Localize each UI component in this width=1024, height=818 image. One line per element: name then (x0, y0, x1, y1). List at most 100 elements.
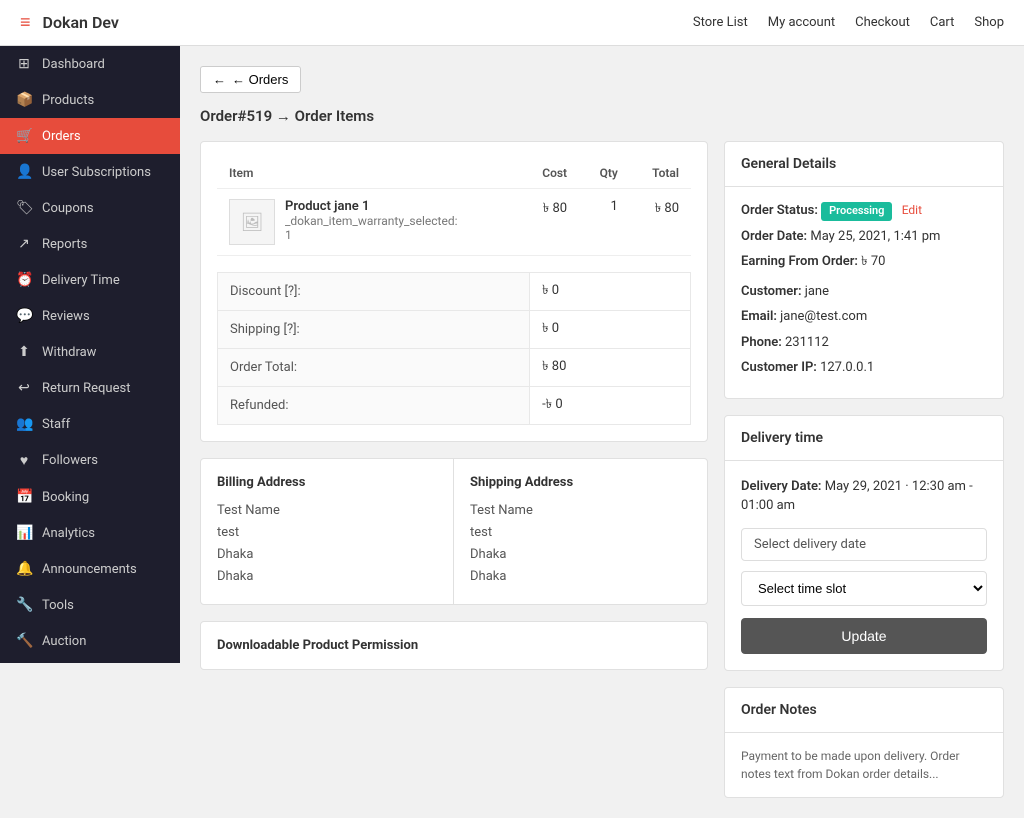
order-items-card: Item Cost Qty Total (200, 141, 708, 442)
sidebar-item-label: Announcements (42, 562, 137, 577)
nav-my-account[interactable]: My account (768, 15, 835, 30)
nav-store-list[interactable]: Store List (693, 15, 748, 30)
sidebar-item-auction[interactable]: 🔨 Auction (0, 623, 180, 659)
nav-cart[interactable]: Cart (930, 15, 955, 30)
delivery-date-input-wrapper: Select delivery date Select time slot Up… (741, 528, 987, 654)
order-date-row: Order Date: May 25, 2021, 1:41 pm (741, 227, 987, 247)
sidebar-item-staff[interactable]: 👥 Staff (0, 406, 180, 442)
order-note-text: Payment to be made upon delivery. Order … (741, 747, 987, 783)
earning-row: Earning From Order: ৳ 70 (741, 252, 987, 272)
sidebar-item-label: Dashboard (42, 57, 105, 72)
right-panel: General Details Order Status: Processing… (724, 141, 1004, 798)
sidebar-item-booking[interactable]: 📅 Booking (0, 479, 180, 515)
delivery-time-body: Delivery Date: May 29, 2021 · 12:30 am -… (725, 461, 1003, 670)
delivery-time-icon: ⏰ (16, 272, 32, 288)
menu-icon[interactable]: ≡ (20, 12, 31, 33)
shipping-label: Shipping [?]: (218, 311, 530, 349)
col-qty: Qty (579, 158, 630, 189)
sidebar-item-label: User Subscriptions (42, 165, 151, 180)
return-request-icon: ↩ (16, 380, 32, 396)
downloadable-title: Downloadable Product Permission (217, 638, 691, 653)
phone-row: Phone: 231112 (741, 333, 987, 353)
delivery-date-label: Delivery Date: (741, 479, 821, 494)
customer-section: Customer: jane Email: jane@test.com Phon… (741, 282, 987, 378)
product-meta: _dokan_item_warranty_selected: (285, 214, 458, 228)
product-info: Product jane 1 _dokan_item_warranty_sele… (285, 199, 458, 242)
dashboard-icon: ⊞ (16, 56, 32, 72)
top-nav-left: ≡ Dokan Dev (20, 12, 119, 33)
delivery-time-card: Delivery time Delivery Date: May 29, 202… (724, 415, 1004, 671)
order-items-table: Item Cost Qty Total (217, 158, 691, 256)
item-cell: 🖼 Product jane 1 _dokan_item_warranty_se… (217, 189, 520, 256)
customer-value: jane (805, 284, 829, 299)
general-details-body: Order Status: Processing Edit Order Date… (725, 187, 1003, 398)
sidebar-item-followers[interactable]: ♥ Followers (0, 442, 180, 479)
customer-label: Customer: (741, 284, 802, 299)
update-button[interactable]: Update (741, 618, 987, 654)
time-slot-select[interactable]: Select time slot (741, 571, 987, 606)
billing-address-title: Billing Address (217, 475, 437, 490)
refunded-value: -৳ 0 (530, 387, 691, 425)
sidebar-item-return-request[interactable]: ↩ Return Request (0, 370, 180, 406)
sidebar-item-coupons[interactable]: 🏷 Coupons (0, 190, 180, 226)
sidebar-item-products[interactable]: 📦 Products (0, 82, 180, 118)
sidebar-item-user-subscriptions[interactable]: 👤 User Subscriptions (0, 154, 180, 190)
sidebar-item-label: Analytics (42, 526, 95, 541)
email-value: jane@test.com (780, 309, 867, 324)
auction-icon: 🔨 (16, 633, 32, 649)
sidebar-item-reviews[interactable]: 💬 Reviews (0, 298, 180, 334)
reviews-icon: 💬 (16, 308, 32, 324)
customer-ip-value: 127.0.0.1 (820, 360, 874, 375)
sidebar-item-tools[interactable]: 🔧 Tools (0, 587, 180, 623)
page-title: Order#519 → Order Items (200, 107, 1004, 125)
billing-address-box: Billing Address Test Name test Dhaka Dha… (201, 459, 454, 604)
customer-ip-row: Customer IP: 127.0.0.1 (741, 358, 987, 378)
sidebar-item-label: Followers (42, 453, 98, 468)
nav-checkout[interactable]: Checkout (855, 15, 910, 30)
order-total-label: Order Total: (218, 349, 530, 387)
sidebar-item-label: Reports (42, 237, 87, 252)
edit-order-link[interactable]: Edit (902, 203, 922, 217)
announcements-icon: 🔔 (16, 561, 32, 577)
sidebar-item-label: Orders (42, 129, 81, 144)
col-item: Item (217, 158, 520, 189)
analytics-icon: 📊 (16, 525, 32, 541)
booking-icon: 📅 (16, 489, 32, 505)
top-nav: ≡ Dokan Dev Store List My account Checko… (0, 0, 1024, 46)
sidebar-item-delivery-time[interactable]: ⏰ Delivery Time (0, 262, 180, 298)
discount-value: ৳ 0 (530, 273, 691, 311)
back-to-orders-button[interactable]: ← ← Orders (200, 66, 301, 93)
sidebar-item-label: Withdraw (42, 345, 96, 360)
sidebar-item-orders[interactable]: 🛒 Orders (0, 118, 180, 154)
site-logo: Dokan Dev (43, 13, 119, 32)
sidebar-item-dashboard[interactable]: ⊞ Dashboard (0, 46, 180, 82)
order-notes-body: Payment to be made upon delivery. Order … (725, 733, 1003, 797)
sidebar-item-label: Staff (42, 417, 70, 432)
order-status-badge: Processing (821, 202, 892, 221)
customer-row: Customer: jane (741, 282, 987, 302)
email-label: Email: (741, 309, 777, 324)
product-thumbnail: 🖼 (229, 199, 275, 245)
image-placeholder-icon: 🖼 (241, 212, 264, 233)
general-details-header: General Details (725, 142, 1003, 187)
followers-icon: ♥ (16, 452, 32, 469)
order-notes-card: Order Notes Payment to be made upon deli… (724, 687, 1004, 798)
summary-discount-row: Discount [?]: ৳ 0 (218, 273, 691, 311)
back-label: ← Orders (232, 72, 288, 87)
sidebar-item-support[interactable]: ⊕ Support (1) (0, 659, 180, 663)
nav-shop[interactable]: Shop (974, 15, 1004, 30)
reports-icon: ↗ (16, 236, 32, 252)
back-icon: ← (213, 72, 226, 87)
sidebar-item-label: Products (42, 93, 94, 108)
staff-icon: 👥 (16, 416, 32, 432)
order-notes-header: Order Notes (725, 688, 1003, 733)
sidebar-item-withdraw[interactable]: ⬆ Withdraw (0, 334, 180, 370)
content-grid: Item Cost Qty Total (200, 141, 1004, 798)
shipping-address-content: Test Name test Dhaka Dhaka (470, 500, 691, 588)
sidebar-item-label: Auction (42, 634, 86, 649)
sidebar-item-reports[interactable]: ↗ Reports (0, 226, 180, 262)
sidebar-item-announcements[interactable]: 🔔 Announcements (0, 551, 180, 587)
sidebar-item-analytics[interactable]: 📊 Analytics (0, 515, 180, 551)
sidebar-item-label: Coupons (42, 201, 94, 216)
delivery-date-field[interactable]: Select delivery date (741, 528, 987, 561)
